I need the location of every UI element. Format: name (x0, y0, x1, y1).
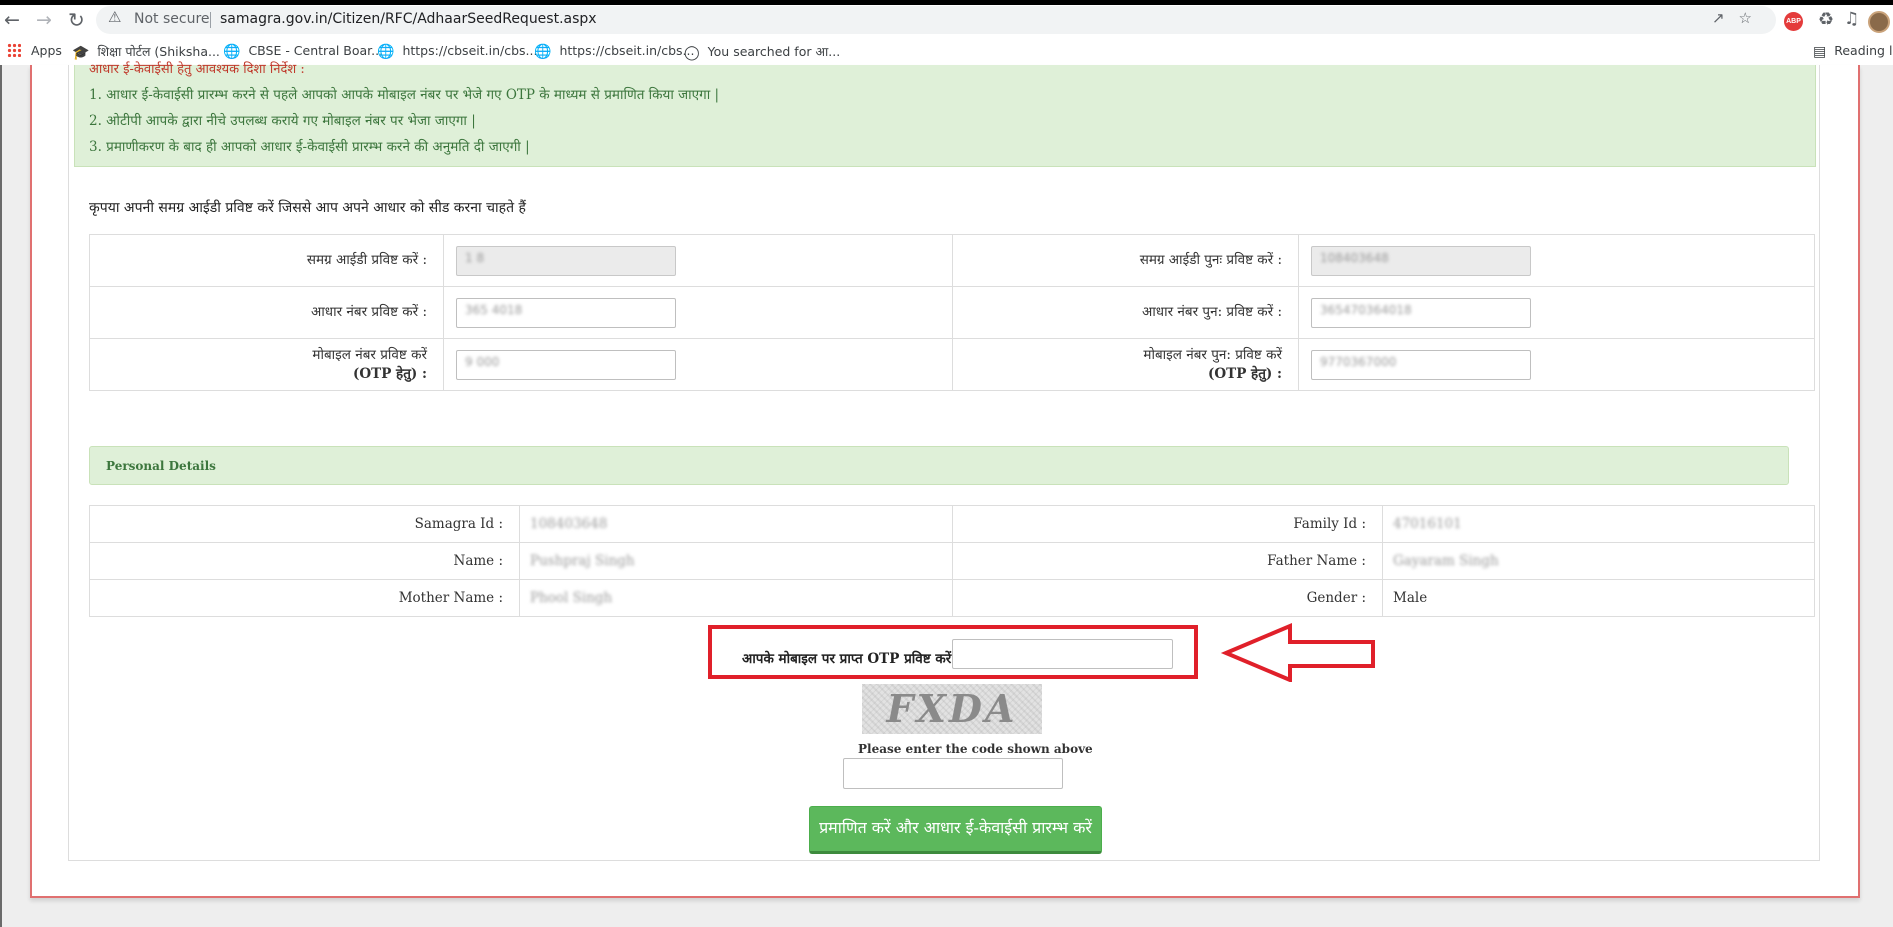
aadhaar-row: आधार नंबर प्रविष्ट करें : 365 4018 आधार … (89, 286, 1815, 339)
verify-and-start-ekyc-button[interactable]: प्रमाणित करें और आधार ई-केवाईसी प्रारम्भ… (809, 806, 1102, 854)
red-arrow-annotation (1220, 622, 1375, 682)
otp-label: आपके मोबाइल पर प्राप्त OTP प्रविष्ट करें… (742, 651, 961, 667)
not-secure-label[interactable]: Not secure (134, 11, 210, 27)
samagra-id-confirm-label-cell: समग्र आईडी पुनः प्रविष्ट करें : (952, 234, 1299, 287)
aadhaar-confirm-field-cell: 365470364018 (1298, 286, 1815, 339)
browser-chrome: ← → ↻ ⚠ Not secure samagra.gov.in/Citize… (0, 5, 1893, 65)
table-row: Samagra Id : 108403648 Family Id : 47016… (89, 505, 1815, 543)
mobile-confirm-input[interactable]: 9770367000 (1311, 349, 1531, 380)
mobile-confirm-label-cell: मोबाइल नंबर पुन: प्रविष्ट करें (OTP हेतु… (952, 338, 1299, 391)
mother-name-label: Mother Name : (89, 579, 520, 617)
mother-name-value: Phool Singh (519, 579, 953, 617)
star-bookmark-icon[interactable]: ☆ (1739, 9, 1766, 27)
globe-icon: 🌐 (377, 44, 395, 60)
globe-icon: 🌐 (223, 44, 241, 60)
aadhaar-input[interactable]: 365 4018 (456, 297, 676, 328)
media-control-icon[interactable]: ♫ (1844, 9, 1859, 29)
puzzle-extensions-icon[interactable]: ♻ (1818, 9, 1834, 30)
bookmark-search[interactable]: ◯ You searched for आ... (684, 43, 840, 61)
id-entry-table: समग्र आईडी प्रविष्ट करें : 1 8 समग्र आईड… (89, 234, 1815, 391)
family-id-label: Family Id : (952, 505, 1383, 543)
captcha-input[interactable] (843, 758, 1063, 789)
samagra-id-detail-label: Samagra Id : (89, 505, 520, 543)
adblock-extension-icon[interactable]: ABP (1784, 12, 1803, 31)
mobile-label-cell: मोबाइल नंबर प्रविष्ट करें (OTP हेतु) : (89, 338, 444, 391)
samagra-id-row: समग्र आईडी प्रविष्ट करें : 1 8 समग्र आईड… (89, 234, 1815, 287)
aadhaar-field-cell: 365 4018 (443, 286, 953, 339)
bookmark-cbseit-2[interactable]: 🌐 https://cbseit.in/cbs... (534, 43, 694, 60)
samagra-id-field-cell: 1 8 (443, 234, 953, 287)
samagra-id-input[interactable]: 1 8 (456, 245, 676, 276)
aadhaar-label-cell: आधार नंबर प्रविष्ट करें : (89, 286, 444, 339)
address-separator (210, 12, 211, 28)
captcha-hint: Please enter the code shown above (858, 742, 1093, 756)
name-label: Name : (89, 542, 520, 580)
extensions-area: ABP ♻ ♫ (1782, 9, 1892, 33)
profile-avatar[interactable] (1868, 11, 1890, 33)
reading-list-button[interactable]: ▤ Reading l (1813, 43, 1892, 60)
notice-line-3: 3. प्रमाणीकरण के बाद ही आपको आधार ई-केवा… (89, 139, 530, 155)
personal-details-header: Personal Details (89, 446, 1789, 485)
otp-input[interactable] (952, 639, 1173, 669)
table-row: Name : Pushpraj Singh Father Name : Gaya… (89, 542, 1815, 580)
notice-heading: आधार ई-केवाईसी हेतु आवश्यक दिशा निर्देश … (89, 62, 305, 77)
mobile-confirm-label-line2: (OTP हेतु) : (1208, 365, 1282, 382)
reload-icon[interactable]: ↻ (68, 7, 85, 33)
samagra-id-detail-value: 108403648 (519, 505, 953, 543)
share-icon[interactable]: ↗ (1712, 9, 1739, 27)
family-id-value: 47016101 (1382, 505, 1815, 543)
captcha-image: FXDA (862, 684, 1042, 734)
gender-label: Gender : (952, 579, 1383, 617)
samagra-id-confirm-field-cell: 108403648 (1298, 234, 1815, 287)
father-name-value: Gayaram Singh (1382, 542, 1815, 580)
otp-highlight-box: आपके मोबाइल पर प्राप्त OTP प्रविष्ट करें… (708, 625, 1198, 679)
mobile-input[interactable]: 9 000 (456, 349, 676, 380)
personal-details-table: Samagra Id : 108403648 Family Id : 47016… (89, 505, 1815, 617)
instructions-notice: आधार ई-केवाईसी हेतु आवश्यक दिशा निर्देश … (74, 62, 1816, 167)
site-logo-icon: ◯ (684, 45, 700, 61)
aadhaar-confirm-label-cell: आधार नंबर पुन: प्रविष्ट करें : (952, 286, 1299, 339)
notice-line-1: 1. आधार ई-केवाईसी प्रारम्भ करने से पहले … (89, 87, 720, 103)
gender-value: Male (1382, 579, 1815, 617)
warning-triangle-icon[interactable]: ⚠ (108, 8, 121, 26)
table-row: Mother Name : Phool Singh Gender : Male (89, 579, 1815, 617)
graduation-cap-icon: 🎓 (72, 45, 90, 61)
forward-arrow-icon[interactable]: → (36, 7, 52, 33)
name-value: Pushpraj Singh (519, 542, 953, 580)
address-bar[interactable]: ⚠ Not secure samagra.gov.in/Citizen/RFC/… (96, 6, 1776, 34)
bookmark-cbse[interactable]: 🌐 CBSE - Central Boar... (223, 43, 383, 60)
globe-icon: 🌐 (534, 44, 552, 60)
mobile-confirm-label-line1: मोबाइल नंबर पुन: प्रविष्ट करें (1143, 346, 1282, 363)
notice-line-2: 2. ओटीपी आपके द्वारा नीचे उपलब्ध कराये ग… (89, 113, 476, 129)
apps-grid-icon (7, 43, 21, 57)
samagra-id-confirm-input[interactable]: 108403648 (1311, 245, 1531, 276)
samagra-id-label-cell: समग्र आईडी प्रविष्ट करें : (89, 234, 444, 287)
omnibox-actions: ↗☆ (1712, 9, 1766, 27)
url-text[interactable]: samagra.gov.in/Citizen/RFC/AdhaarSeedReq… (220, 11, 597, 27)
back-arrow-icon[interactable]: ← (4, 7, 20, 33)
mobile-confirm-field-cell: 9770367000 (1298, 338, 1815, 391)
window-left-edge (0, 65, 2, 927)
bookmark-cbseit-1[interactable]: 🌐 https://cbseit.in/cbs... (377, 43, 537, 60)
aadhaar-confirm-input[interactable]: 365470364018 (1311, 297, 1531, 328)
samagra-id-prompt: कृपया अपनी समग्र आईडी प्रविष्ट करें जिसस… (89, 200, 526, 216)
mobile-label-line1: मोबाइल नंबर प्रविष्ट करें (312, 346, 427, 363)
mobile-row: मोबाइल नंबर प्रविष्ट करें (OTP हेतु) : 9… (89, 338, 1815, 391)
mobile-field-cell: 9 000 (443, 338, 953, 391)
father-name-label: Father Name : (952, 542, 1383, 580)
bookmark-apps[interactable]: Apps (7, 43, 62, 58)
mobile-label-line2: (OTP हेतु) : (353, 365, 427, 382)
reading-list-icon: ▤ (1813, 44, 1827, 60)
